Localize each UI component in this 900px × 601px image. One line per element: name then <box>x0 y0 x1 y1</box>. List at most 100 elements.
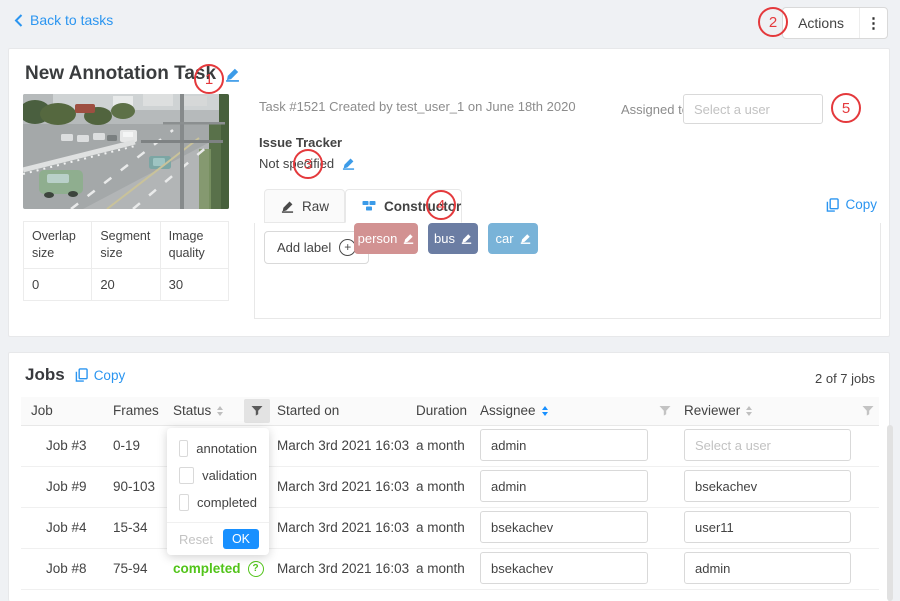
labels-copy-button[interactable]: Copy <box>826 197 877 212</box>
checkbox-icon[interactable] <box>179 467 194 484</box>
reviewer-input[interactable] <box>684 470 851 502</box>
status-filter-button[interactable] <box>244 399 270 423</box>
tab-raw[interactable]: Raw <box>264 189 345 223</box>
started-cell: March 3rd 2021 16:03 <box>277 466 409 507</box>
pencil-icon <box>281 200 294 213</box>
job-link[interactable]: Job #3 <box>46 425 87 466</box>
more-actions-button[interactable]: ⋮ <box>859 8 887 38</box>
actions-split-button: Actions ⋮ <box>782 7 888 39</box>
table-row: Job #9 90-103 March 3rd 2021 16:03 a mon… <box>21 466 879 508</box>
edit-title-icon[interactable] <box>225 67 240 82</box>
back-to-tasks-link[interactable]: Back to tasks <box>14 12 113 28</box>
label-chip-car-name: car <box>495 231 513 246</box>
frames-cell: 90-103 <box>113 466 155 507</box>
param-value-quality: 30 <box>161 269 228 300</box>
filter-option-completed[interactable]: completed <box>167 489 269 516</box>
edit-label-icon[interactable] <box>403 233 414 244</box>
label-constructor-panel: Add label + person bus car <box>254 223 881 319</box>
col-assignee[interactable]: Assignee <box>480 397 548 425</box>
started-cell: March 3rd 2021 16:03 <box>277 548 409 589</box>
annotation-badge-5: 5 <box>831 93 861 123</box>
filter-option-validation[interactable]: validation <box>167 462 269 489</box>
sort-icon[interactable] <box>746 406 752 416</box>
reviewer-input[interactable] <box>684 511 851 543</box>
started-cell: March 3rd 2021 16:03 <box>277 507 409 548</box>
task-preview-image <box>23 94 229 209</box>
jobs-section-title: Jobs <box>25 365 65 385</box>
param-header-overlap: Overlap size <box>24 222 92 268</box>
back-to-tasks-label: Back to tasks <box>30 12 113 28</box>
filter-funnel-icon <box>251 405 263 417</box>
edit-label-icon[interactable] <box>520 233 531 244</box>
assigned-to-input[interactable] <box>683 94 823 124</box>
annotation-badge-1: 1 <box>194 64 224 94</box>
jobs-copy-button[interactable]: Copy <box>75 368 126 383</box>
filter-ok-button[interactable]: OK <box>223 529 259 549</box>
frames-cell: 15-34 <box>113 507 148 548</box>
status-filter-dropdown: annotation validation completed Reset OK <box>167 428 269 555</box>
assignee-input[interactable] <box>480 470 648 502</box>
chevron-left-icon <box>14 14 23 27</box>
label-chip-bus[interactable]: bus <box>428 223 478 254</box>
annotation-badge-3: 3 <box>293 149 323 179</box>
duration-cell: a month <box>416 548 465 589</box>
label-chip-bus-name: bus <box>434 231 455 246</box>
issue-tracker-label: Issue Tracker <box>259 135 342 150</box>
col-job: Job <box>31 397 53 425</box>
task-meta: Task #1521 Created by test_user_1 on Jun… <box>259 99 576 114</box>
jobs-card: Jobs Copy 2 of 7 jobs Job Frames Status … <box>8 352 890 601</box>
param-header-quality: Image quality <box>161 222 228 268</box>
edit-label-icon[interactable] <box>461 233 472 244</box>
frames-cell: 0-19 <box>113 425 140 466</box>
param-value-overlap: 0 <box>24 269 92 300</box>
street-scene-graphic <box>23 94 229 209</box>
filter-option-label: completed <box>197 495 257 510</box>
table-row: Job #8 75-94 completed ? March 3rd 2021 … <box>21 548 879 590</box>
label-chip-car[interactable]: car <box>488 223 538 254</box>
annotation-badge-4: 4 <box>426 190 456 220</box>
reviewer-filter-button[interactable] <box>862 405 874 417</box>
filter-option-annotation[interactable]: annotation <box>167 435 269 462</box>
duration-cell: a month <box>416 466 465 507</box>
param-value-segment: 20 <box>92 269 160 300</box>
assignee-input[interactable] <box>480 552 648 584</box>
table-scrollbar[interactable] <box>887 425 893 601</box>
table-row: Job #3 0-19 March 3rd 2021 16:03 a month <box>21 425 879 467</box>
duration-cell: a month <box>416 507 465 548</box>
jobs-copy-label: Copy <box>94 368 126 383</box>
filter-option-label: validation <box>202 468 257 483</box>
assignee-input[interactable] <box>480 429 648 461</box>
checkbox-icon[interactable] <box>179 494 189 511</box>
started-cell: March 3rd 2021 16:03 <box>277 425 409 466</box>
constructor-bricks-icon <box>362 199 376 213</box>
col-duration: Duration <box>416 397 467 425</box>
col-status[interactable]: Status <box>173 397 223 425</box>
sort-icon-active[interactable] <box>542 406 548 416</box>
assigned-to-label: Assigned to <box>621 102 689 117</box>
labels-copy-label: Copy <box>845 197 877 212</box>
job-link[interactable]: Job #4 <box>46 507 87 548</box>
question-circle-icon[interactable]: ? <box>248 561 264 577</box>
label-chip-person[interactable]: person <box>354 223 418 254</box>
copy-icon <box>826 198 839 212</box>
assignee-filter-button[interactable] <box>659 405 671 417</box>
reviewer-input[interactable] <box>684 429 851 461</box>
jobs-table-header: Job Frames Status Started on Duration As… <box>21 397 879 426</box>
jobs-count: 2 of 7 jobs <box>815 371 875 386</box>
param-header-segment: Segment size <box>92 222 160 268</box>
duration-cell: a month <box>416 425 465 466</box>
checkbox-icon[interactable] <box>179 440 188 457</box>
col-reviewer[interactable]: Reviewer <box>684 397 752 425</box>
sort-icon[interactable] <box>217 406 223 416</box>
edit-issue-tracker-icon[interactable] <box>342 157 355 170</box>
reviewer-input[interactable] <box>684 552 851 584</box>
task-parameters-table: Overlap size Segment size Image quality … <box>23 221 229 301</box>
job-link[interactable]: Job #9 <box>46 466 87 507</box>
tab-raw-label: Raw <box>302 199 329 214</box>
assignee-input[interactable] <box>480 511 648 543</box>
job-link[interactable]: Job #8 <box>46 548 87 589</box>
frames-cell: 75-94 <box>113 548 148 589</box>
filter-reset-button[interactable]: Reset <box>179 532 213 547</box>
filter-option-label: annotation <box>196 441 257 456</box>
actions-button[interactable]: Actions <box>783 8 859 38</box>
